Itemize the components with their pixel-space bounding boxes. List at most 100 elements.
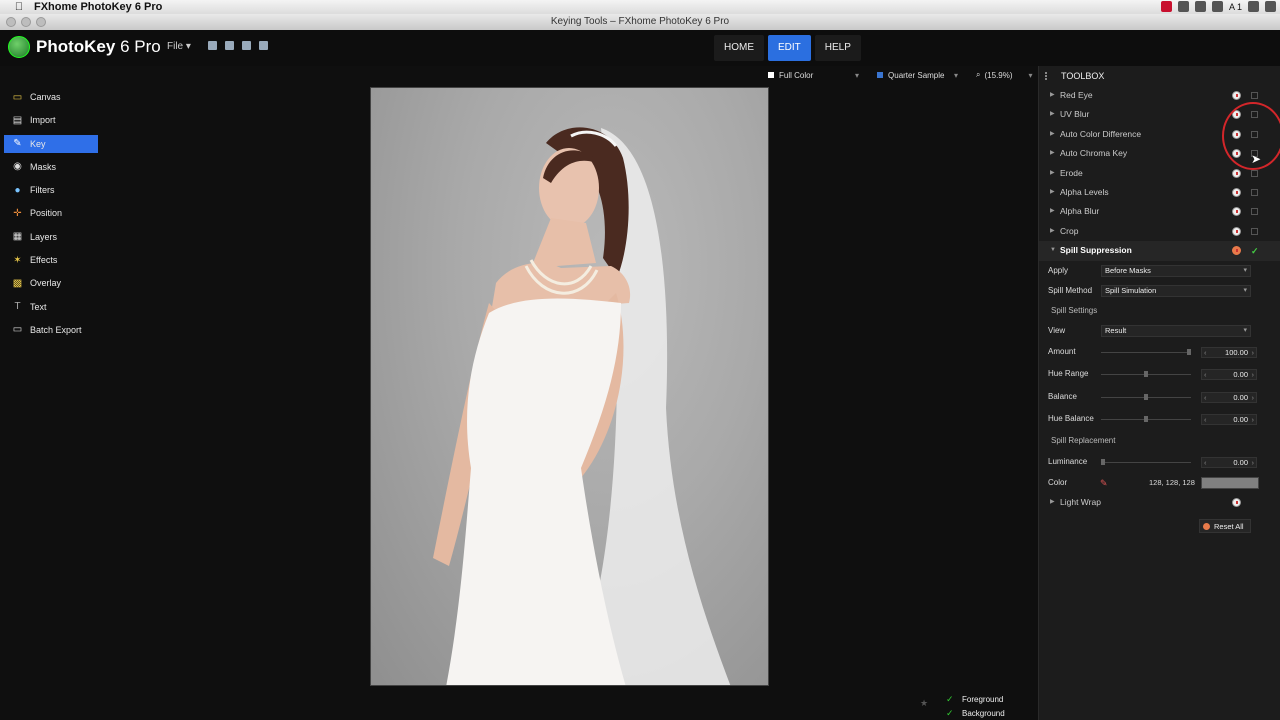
export-icon[interactable] bbox=[242, 41, 251, 50]
sidebar-item-masks[interactable]: ◉ Masks bbox=[4, 158, 98, 176]
tool-check-icon[interactable]: ✓ bbox=[1251, 247, 1259, 256]
tool-enabled-icon[interactable] bbox=[1232, 168, 1241, 178]
slider-value[interactable]: 0.00 bbox=[1201, 369, 1257, 381]
view-select[interactable]: Result bbox=[1101, 324, 1251, 337]
save-icon[interactable] bbox=[208, 41, 217, 50]
tool-checkbox[interactable] bbox=[1251, 188, 1258, 196]
file-menu[interactable]: File ▾ bbox=[167, 41, 191, 52]
sidebar-item-import[interactable]: ▤ Import bbox=[4, 111, 98, 129]
tool-checkbox[interactable] bbox=[1251, 92, 1258, 99]
tool-checkbox[interactable] bbox=[1251, 227, 1258, 235]
layer-foreground[interactable]: ✓ Foreground bbox=[946, 692, 1005, 706]
luminance-value[interactable]: 0.00 bbox=[1201, 456, 1257, 468]
slider-value[interactable]: 0.00 bbox=[1201, 414, 1257, 426]
tool-enabled-icon[interactable] bbox=[1232, 226, 1241, 236]
sidebar-item-filters[interactable]: ● Filters bbox=[4, 181, 98, 199]
chevron-down-icon[interactable]: ▾ bbox=[954, 71, 958, 80]
sidebar-item-label: Import bbox=[30, 115, 56, 126]
zoom-window-button[interactable] bbox=[36, 17, 46, 27]
collapsed-arrow-icon[interactable]: ▶ bbox=[1050, 493, 1055, 512]
chevron-down-icon[interactable]: ▾ bbox=[855, 71, 859, 80]
volume-icon[interactable] bbox=[1265, 1, 1276, 12]
color-swatch[interactable] bbox=[1201, 477, 1259, 490]
slider-value[interactable]: 0.00 bbox=[1201, 391, 1257, 403]
slider-value[interactable]: 100.00 bbox=[1201, 346, 1257, 358]
sync-icon[interactable] bbox=[1211, 1, 1223, 12]
slider-track[interactable] bbox=[1101, 348, 1191, 355]
slider-handle[interactable] bbox=[1144, 416, 1148, 423]
sidebar-item-overlay[interactable]: ▩ Overlay bbox=[4, 274, 98, 292]
spill-method-select[interactable]: Spill Simulation bbox=[1101, 284, 1251, 297]
sidebar-item-text[interactable]: T Text bbox=[4, 298, 98, 316]
slider-track[interactable] bbox=[1101, 393, 1191, 400]
luminance-slider[interactable] bbox=[1101, 458, 1191, 465]
tool-enabled-icon[interactable] bbox=[1232, 246, 1241, 256]
minimize-window-button[interactable] bbox=[21, 17, 31, 27]
image-canvas[interactable] bbox=[370, 87, 769, 686]
sidebar-item-layers[interactable]: ▦ Layers bbox=[4, 228, 98, 246]
collapsed-arrow-icon[interactable]: ▶ bbox=[1050, 164, 1055, 183]
input-source-indicator[interactable]: A 1 bbox=[1229, 2, 1242, 12]
sample-select[interactable]: Quarter Sample bbox=[888, 71, 954, 80]
collapsed-arrow-icon[interactable]: ▶ bbox=[1050, 125, 1055, 144]
collapsed-arrow-icon[interactable]: ▶ bbox=[1050, 86, 1055, 105]
layer-background[interactable]: ✓ Background bbox=[946, 706, 1005, 720]
color-label: Color bbox=[1048, 478, 1068, 488]
slider-handle[interactable] bbox=[1101, 458, 1105, 465]
tool-enabled-icon[interactable] bbox=[1232, 187, 1241, 197]
zoom-level[interactable]: (15.9%) bbox=[985, 71, 1029, 80]
close-window-button[interactable] bbox=[6, 17, 16, 27]
layer-visible-checkbox[interactable]: ✓ bbox=[946, 708, 962, 719]
slider-handle[interactable] bbox=[1187, 348, 1191, 355]
tool-label: Red Eye bbox=[1060, 90, 1093, 100]
collapsed-arrow-icon[interactable]: ▶ bbox=[1050, 183, 1055, 202]
dropbox-icon[interactable] bbox=[1194, 1, 1206, 12]
sidebar-item-effects[interactable]: ✶ Effects bbox=[4, 251, 98, 269]
tool-enabled-icon[interactable] bbox=[1232, 207, 1241, 217]
record-icon[interactable] bbox=[1160, 1, 1172, 12]
tool-alpha-blur[interactable]: ▶ Alpha Blur bbox=[1039, 202, 1280, 221]
reset-all-button[interactable]: Reset All bbox=[1199, 519, 1251, 533]
tool-alpha-levels[interactable]: ▶ Alpha Levels bbox=[1039, 183, 1280, 202]
favorite-icon[interactable]: ★ bbox=[920, 698, 928, 709]
collapsed-arrow-icon[interactable]: ▶ bbox=[1050, 144, 1055, 163]
sidebar-item-key[interactable]: ✎ Key bbox=[4, 134, 98, 153]
collapsed-arrow-icon[interactable]: ▶ bbox=[1050, 222, 1055, 241]
slider-track[interactable] bbox=[1101, 416, 1191, 423]
nav-tab-home[interactable]: HOME bbox=[714, 35, 764, 61]
expanded-arrow-icon[interactable]: ▼ bbox=[1050, 241, 1056, 260]
tool-enabled-icon[interactable] bbox=[1232, 498, 1241, 508]
wifi-icon[interactable] bbox=[1248, 1, 1259, 12]
tool-crop[interactable]: ▶ Crop bbox=[1039, 222, 1280, 241]
tool-checkbox[interactable] bbox=[1251, 208, 1258, 216]
print-icon[interactable] bbox=[259, 41, 268, 50]
apply-select[interactable]: Before Masks bbox=[1101, 264, 1251, 277]
slider-handle[interactable] bbox=[1144, 371, 1148, 378]
luminance-slider-row: Luminance 0.00 bbox=[1039, 451, 1280, 474]
sidebar-item-batch-export[interactable]: ▭ Batch Export bbox=[4, 321, 98, 339]
tool-enabled-icon[interactable] bbox=[1232, 91, 1241, 100]
layer-visible-checkbox[interactable]: ✓ bbox=[946, 694, 962, 705]
tool-spill-suppression[interactable]: ▼ Spill Suppression ✓ bbox=[1039, 241, 1280, 261]
sidebar-item-canvas[interactable]: ▭ Canvas bbox=[4, 88, 98, 106]
tool-light-wrap[interactable]: ▶ Light Wrap bbox=[1039, 493, 1280, 512]
collapsed-arrow-icon[interactable]: ▶ bbox=[1050, 202, 1055, 221]
menubar-app-name[interactable]: FXhome PhotoKey 6 Pro bbox=[34, 1, 162, 13]
chevron-down-icon[interactable]: ▾ bbox=[1029, 71, 1033, 80]
collapsed-arrow-icon[interactable]: ▶ bbox=[1050, 105, 1055, 124]
sidebar-item-label: Overlay bbox=[30, 278, 62, 289]
status-icon[interactable] bbox=[1177, 1, 1189, 12]
nav-tab-help[interactable]: HELP bbox=[814, 35, 861, 61]
slider-track[interactable] bbox=[1101, 371, 1191, 378]
color-rgb-value: 128, 128, 128 bbox=[1149, 478, 1195, 488]
color-mode-select[interactable]: Full Color bbox=[779, 71, 855, 80]
nav-tab-edit[interactable]: EDIT bbox=[768, 35, 811, 61]
save-as-icon[interactable] bbox=[225, 41, 234, 50]
sidebar-item-position[interactable]: ✛ Position bbox=[4, 204, 98, 222]
slider-handle[interactable] bbox=[1144, 393, 1148, 400]
app-window:  FXhome PhotoKey 6 Pro A 1 Keying Tools… bbox=[0, 0, 1280, 720]
eyedropper-icon[interactable]: ✎ bbox=[1100, 478, 1108, 488]
tool-checkbox[interactable] bbox=[1251, 169, 1258, 177]
apple-icon[interactable]:  bbox=[12, 0, 26, 14]
import-icon: ▤ bbox=[12, 114, 23, 126]
